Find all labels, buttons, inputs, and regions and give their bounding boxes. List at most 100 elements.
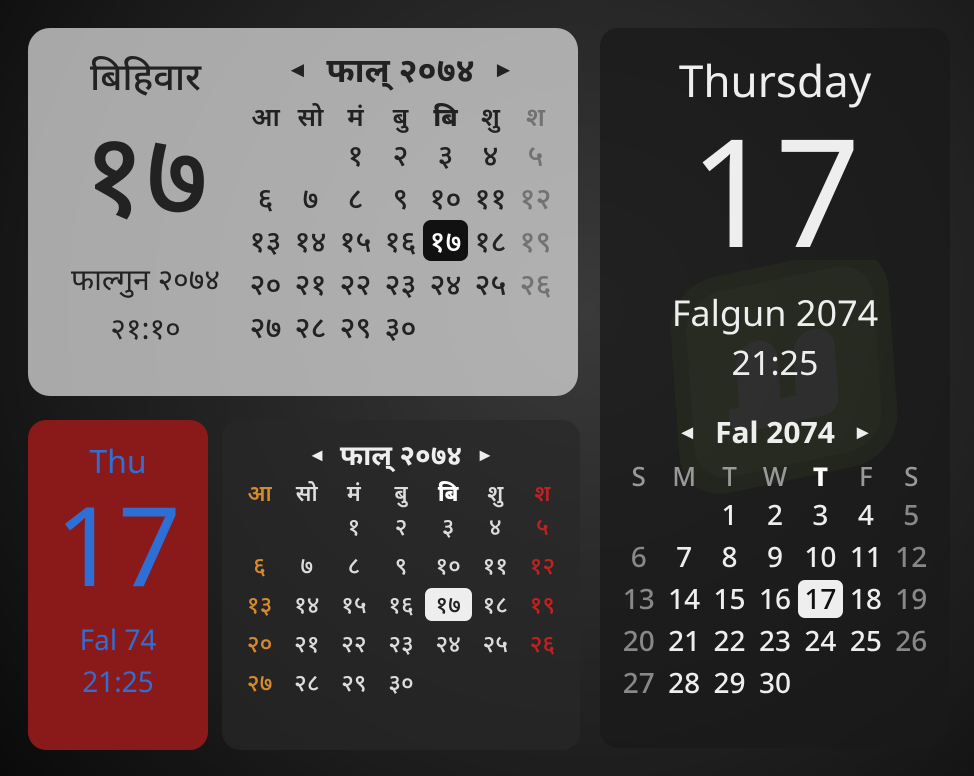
date-cell[interactable]: २८ xyxy=(283,666,330,699)
date-cell[interactable]: 26 xyxy=(889,622,934,660)
date-cell[interactable]: २२ xyxy=(330,627,377,660)
date-cell[interactable]: १४ xyxy=(288,220,333,261)
date-cell[interactable]: ११ xyxy=(472,549,519,582)
date-cell[interactable]: ७ xyxy=(288,177,333,218)
date-cell[interactable]: २३ xyxy=(377,627,424,660)
date-cell[interactable]: ३० xyxy=(378,306,423,347)
date-cell[interactable]: २१ xyxy=(283,627,330,660)
date-cell[interactable]: २९ xyxy=(333,306,378,347)
date-cell[interactable]: 21 xyxy=(661,622,706,660)
date-cell[interactable]: १५ xyxy=(330,588,377,621)
date-cell[interactable]: 13 xyxy=(616,580,661,618)
date-cell[interactable]: 20 xyxy=(616,622,661,660)
next-month-button[interactable]: ► xyxy=(476,443,494,467)
date-cell[interactable]: 2 xyxy=(752,496,797,534)
date-cell[interactable]: १९ xyxy=(519,588,566,621)
date-cell[interactable]: 16 xyxy=(752,580,797,618)
date-cell[interactable]: १० xyxy=(423,177,468,218)
date-cell[interactable]: 7 xyxy=(661,538,706,576)
date-cell[interactable]: २७ xyxy=(236,666,283,699)
date-cell[interactable]: ८ xyxy=(330,549,377,582)
date-cell[interactable]: 15 xyxy=(707,580,752,618)
date-cell[interactable]: ३० xyxy=(377,666,424,699)
date-cell[interactable]: १३ xyxy=(236,588,283,621)
date-cell[interactable]: २१ xyxy=(288,263,333,304)
calendar-widget-dark-english: Thursday 17 Falgun 2074 21:25 ◄ Fal 2074… xyxy=(600,28,950,748)
date-cell[interactable]: २० xyxy=(243,263,288,304)
date-cell[interactable]: १२ xyxy=(513,177,558,218)
date-cell[interactable]: 12 xyxy=(889,538,934,576)
date-cell[interactable]: ७ xyxy=(283,549,330,582)
prev-month-button[interactable]: ◄ xyxy=(287,54,309,84)
next-month-button[interactable]: ► xyxy=(493,54,515,84)
date-cell[interactable]: 29 xyxy=(707,664,752,702)
date-cell[interactable]: १९ xyxy=(513,220,558,261)
date-cell[interactable]: 9 xyxy=(752,538,797,576)
date-cell[interactable]: १० xyxy=(425,549,472,582)
date-cell[interactable]: २२ xyxy=(333,263,378,304)
date-cell[interactable]: १५ xyxy=(333,220,378,261)
date-cell[interactable]: २५ xyxy=(472,627,519,660)
date-cell[interactable]: ४ xyxy=(472,510,519,543)
date-cell[interactable]: ९ xyxy=(378,177,423,218)
date-cell[interactable]: १८ xyxy=(468,220,513,261)
date-cell[interactable]: २० xyxy=(236,627,283,660)
date-cell[interactable]: २३ xyxy=(378,263,423,304)
calendar-grid: १२३४५६७८९१०१११२१३१४१५१६१७१८१९२०२१२२२३२४२… xyxy=(236,510,566,699)
date-cell[interactable]: १७ xyxy=(425,588,472,621)
date-cell[interactable]: २६ xyxy=(513,263,558,304)
date-cell[interactable]: 25 xyxy=(843,622,888,660)
date-cell[interactable]: 11 xyxy=(843,538,888,576)
date-cell[interactable]: १ xyxy=(333,134,378,175)
date-cell[interactable]: ५ xyxy=(519,510,566,543)
date-cell[interactable]: ११ xyxy=(468,177,513,218)
date-cell[interactable]: 23 xyxy=(752,622,797,660)
date-cell[interactable]: 3 xyxy=(798,496,843,534)
date-cell[interactable]: ८ xyxy=(333,177,378,218)
date-cell[interactable]: 27 xyxy=(616,664,661,702)
date-cell[interactable]: ३ xyxy=(425,510,472,543)
date-cell[interactable]: 5 xyxy=(889,496,934,534)
date-cell[interactable]: ५ xyxy=(513,134,558,175)
date-cell[interactable]: 28 xyxy=(661,664,706,702)
date-cell[interactable]: 6 xyxy=(616,538,661,576)
date-cell[interactable]: ४ xyxy=(468,134,513,175)
date-cell[interactable]: १७ xyxy=(423,220,468,261)
date-cell[interactable]: २ xyxy=(377,510,424,543)
date-cell[interactable]: १६ xyxy=(377,588,424,621)
prev-month-button[interactable]: ◄ xyxy=(308,443,326,467)
date-cell[interactable]: १६ xyxy=(378,220,423,261)
date-cell[interactable]: २५ xyxy=(468,263,513,304)
next-month-button[interactable]: ► xyxy=(853,418,873,445)
date-cell[interactable]: १३ xyxy=(243,220,288,261)
date-cell[interactable]: २७ xyxy=(243,306,288,347)
date-cell[interactable]: 30 xyxy=(752,664,797,702)
date-cell[interactable]: 8 xyxy=(707,538,752,576)
date-cell[interactable]: ३ xyxy=(423,134,468,175)
date-cell[interactable]: १ xyxy=(330,510,377,543)
date-cell[interactable]: २९ xyxy=(330,666,377,699)
date-cell[interactable]: ६ xyxy=(243,177,288,218)
date-cell[interactable]: २६ xyxy=(519,627,566,660)
date-cell[interactable]: 19 xyxy=(889,580,934,618)
date-cell[interactable]: ६ xyxy=(236,549,283,582)
date-cell[interactable]: १४ xyxy=(283,588,330,621)
date-cell[interactable]: 10 xyxy=(798,538,843,576)
date-cell[interactable]: २४ xyxy=(425,627,472,660)
date-cell[interactable]: 1 xyxy=(707,496,752,534)
prev-month-button[interactable]: ◄ xyxy=(677,418,697,445)
dow-cell: W xyxy=(752,458,797,494)
date-cell[interactable]: ९ xyxy=(377,549,424,582)
date-cell[interactable]: 17 xyxy=(798,580,843,618)
date-cell[interactable]: २४ xyxy=(423,263,468,304)
date-cell[interactable]: 4 xyxy=(843,496,888,534)
date-cell[interactable]: २ xyxy=(378,134,423,175)
date-cell[interactable]: १२ xyxy=(519,549,566,582)
date-cell[interactable]: १८ xyxy=(472,588,519,621)
date-cell[interactable]: 22 xyxy=(707,622,752,660)
date-cell[interactable]: 18 xyxy=(843,580,888,618)
date-cell[interactable]: 24 xyxy=(798,622,843,660)
date-cell[interactable]: 14 xyxy=(661,580,706,618)
clock-time: २१:१० xyxy=(48,307,243,348)
date-cell[interactable]: २८ xyxy=(288,306,333,347)
